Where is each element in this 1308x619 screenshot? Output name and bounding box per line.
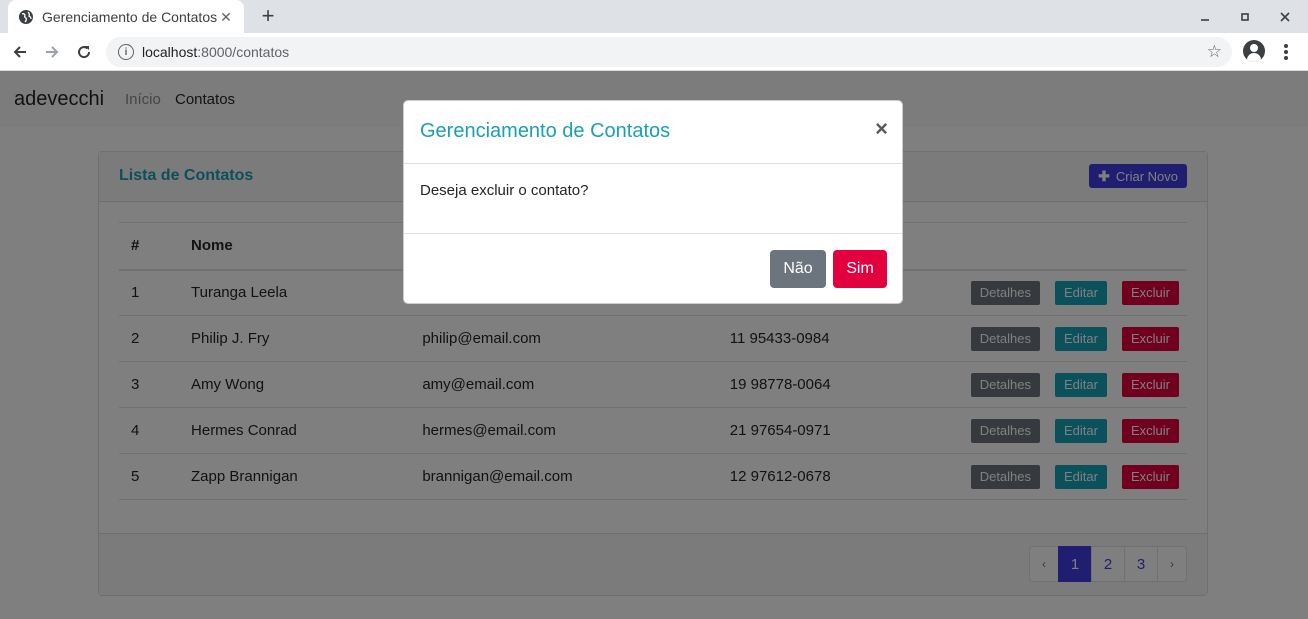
modal-message: Deseja excluir o contato?: [420, 182, 589, 199]
browser-toolbar: i localhost:8000/contatos ☆: [0, 33, 1308, 71]
maximize-icon[interactable]: [1236, 8, 1254, 26]
back-icon[interactable]: [8, 40, 32, 64]
profile-avatar-icon[interactable]: [1243, 40, 1265, 62]
url-text: localhost:8000/contatos: [142, 44, 290, 60]
browser-menu-icon[interactable]: [1278, 42, 1294, 62]
minimize-icon[interactable]: [1196, 8, 1214, 26]
globe-icon: [18, 9, 34, 25]
close-window-icon[interactable]: [1276, 8, 1294, 26]
modal-footer: Não Sim: [404, 233, 902, 304]
reload-icon[interactable]: [72, 40, 96, 64]
confirm-delete-modal: Gerenciamento de Contatos × Deseja exclu…: [403, 100, 903, 304]
bookmark-star-icon[interactable]: ☆: [1207, 43, 1222, 60]
no-button[interactable]: Não: [770, 250, 826, 288]
forward-icon[interactable]: [40, 40, 64, 64]
yes-button[interactable]: Sim: [833, 250, 887, 288]
modal-title: Gerenciamento de Contatos: [420, 120, 671, 142]
browser-tab-bar: Gerenciamento de Contatos ✕ +: [0, 0, 1308, 33]
address-bar[interactable]: i localhost:8000/contatos ☆: [106, 37, 1232, 67]
tab-title: Gerenciamento de Contatos: [42, 8, 218, 25]
browser-tab[interactable]: Gerenciamento de Contatos ✕: [8, 0, 244, 33]
tab-close-icon[interactable]: ✕: [218, 9, 234, 25]
info-icon[interactable]: i: [118, 44, 134, 60]
modal-header: Gerenciamento de Contatos ×: [404, 101, 902, 164]
new-tab-icon[interactable]: +: [258, 5, 278, 27]
close-icon[interactable]: ×: [875, 118, 888, 140]
